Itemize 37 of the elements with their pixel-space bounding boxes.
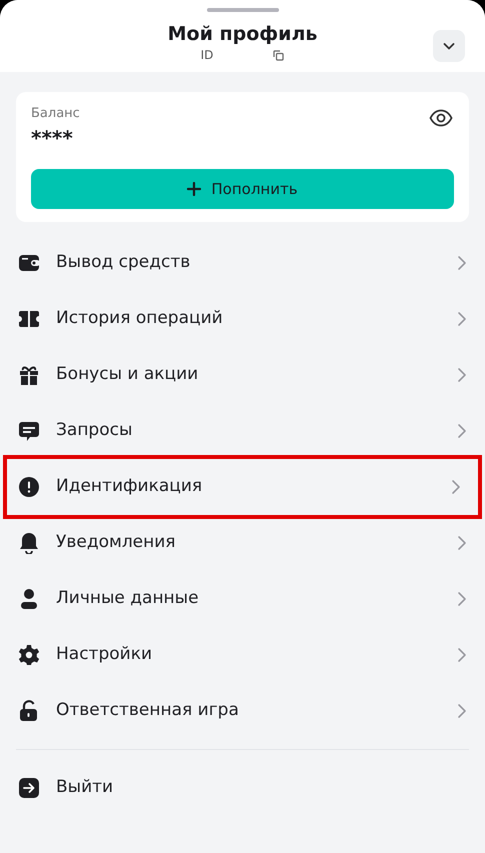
plus-icon — [187, 182, 202, 196]
profile-title: Мой профиль — [168, 22, 318, 46]
menu-item[interactable]: Бонусы и акции — [0, 347, 485, 403]
chevron-right-icon — [451, 479, 461, 495]
wallet-icon — [18, 252, 40, 274]
menu-item[interactable]: Выйти — [0, 760, 485, 816]
chevron-right-icon — [457, 591, 467, 607]
eye-icon[interactable] — [429, 109, 453, 127]
copy-icon[interactable] — [273, 50, 284, 60]
menu-item[interactable]: Вывод средств — [0, 235, 485, 291]
balance-value: **** — [31, 126, 73, 150]
user-icon — [18, 588, 40, 610]
gear-icon — [18, 644, 40, 666]
gift-icon — [18, 364, 40, 386]
chevron-right-icon — [457, 535, 467, 551]
chevron-right-icon — [457, 703, 467, 719]
chevron-right-icon — [457, 255, 467, 271]
balance-label: Баланс — [31, 106, 80, 122]
chevron-right-icon — [457, 423, 467, 439]
logout-icon — [18, 777, 40, 799]
menu-item[interactable]: История операций — [0, 291, 485, 347]
alert-icon — [18, 476, 40, 498]
ticket-icon — [18, 308, 40, 330]
top-up-button[interactable]: Пополнить — [31, 169, 454, 209]
bell-icon — [18, 532, 40, 554]
collapse-button[interactable] — [433, 30, 465, 62]
chevron-right-icon — [457, 311, 467, 327]
highlighted-menu-item[interactable]: Идентификация — [3, 455, 482, 519]
message-icon — [18, 420, 40, 442]
unlocked-padlock-icon — [18, 700, 40, 722]
menu-item[interactable]: Настройки — [0, 627, 485, 683]
menu-item[interactable]: Ответственная игра — [0, 683, 485, 739]
chevron-right-icon — [457, 367, 467, 383]
drag-handle[interactable] — [206, 8, 278, 12]
menu-item[interactable]: Личные данные — [0, 571, 485, 627]
chevron-right-icon — [457, 647, 467, 663]
user-id-label: ID — [200, 48, 214, 62]
